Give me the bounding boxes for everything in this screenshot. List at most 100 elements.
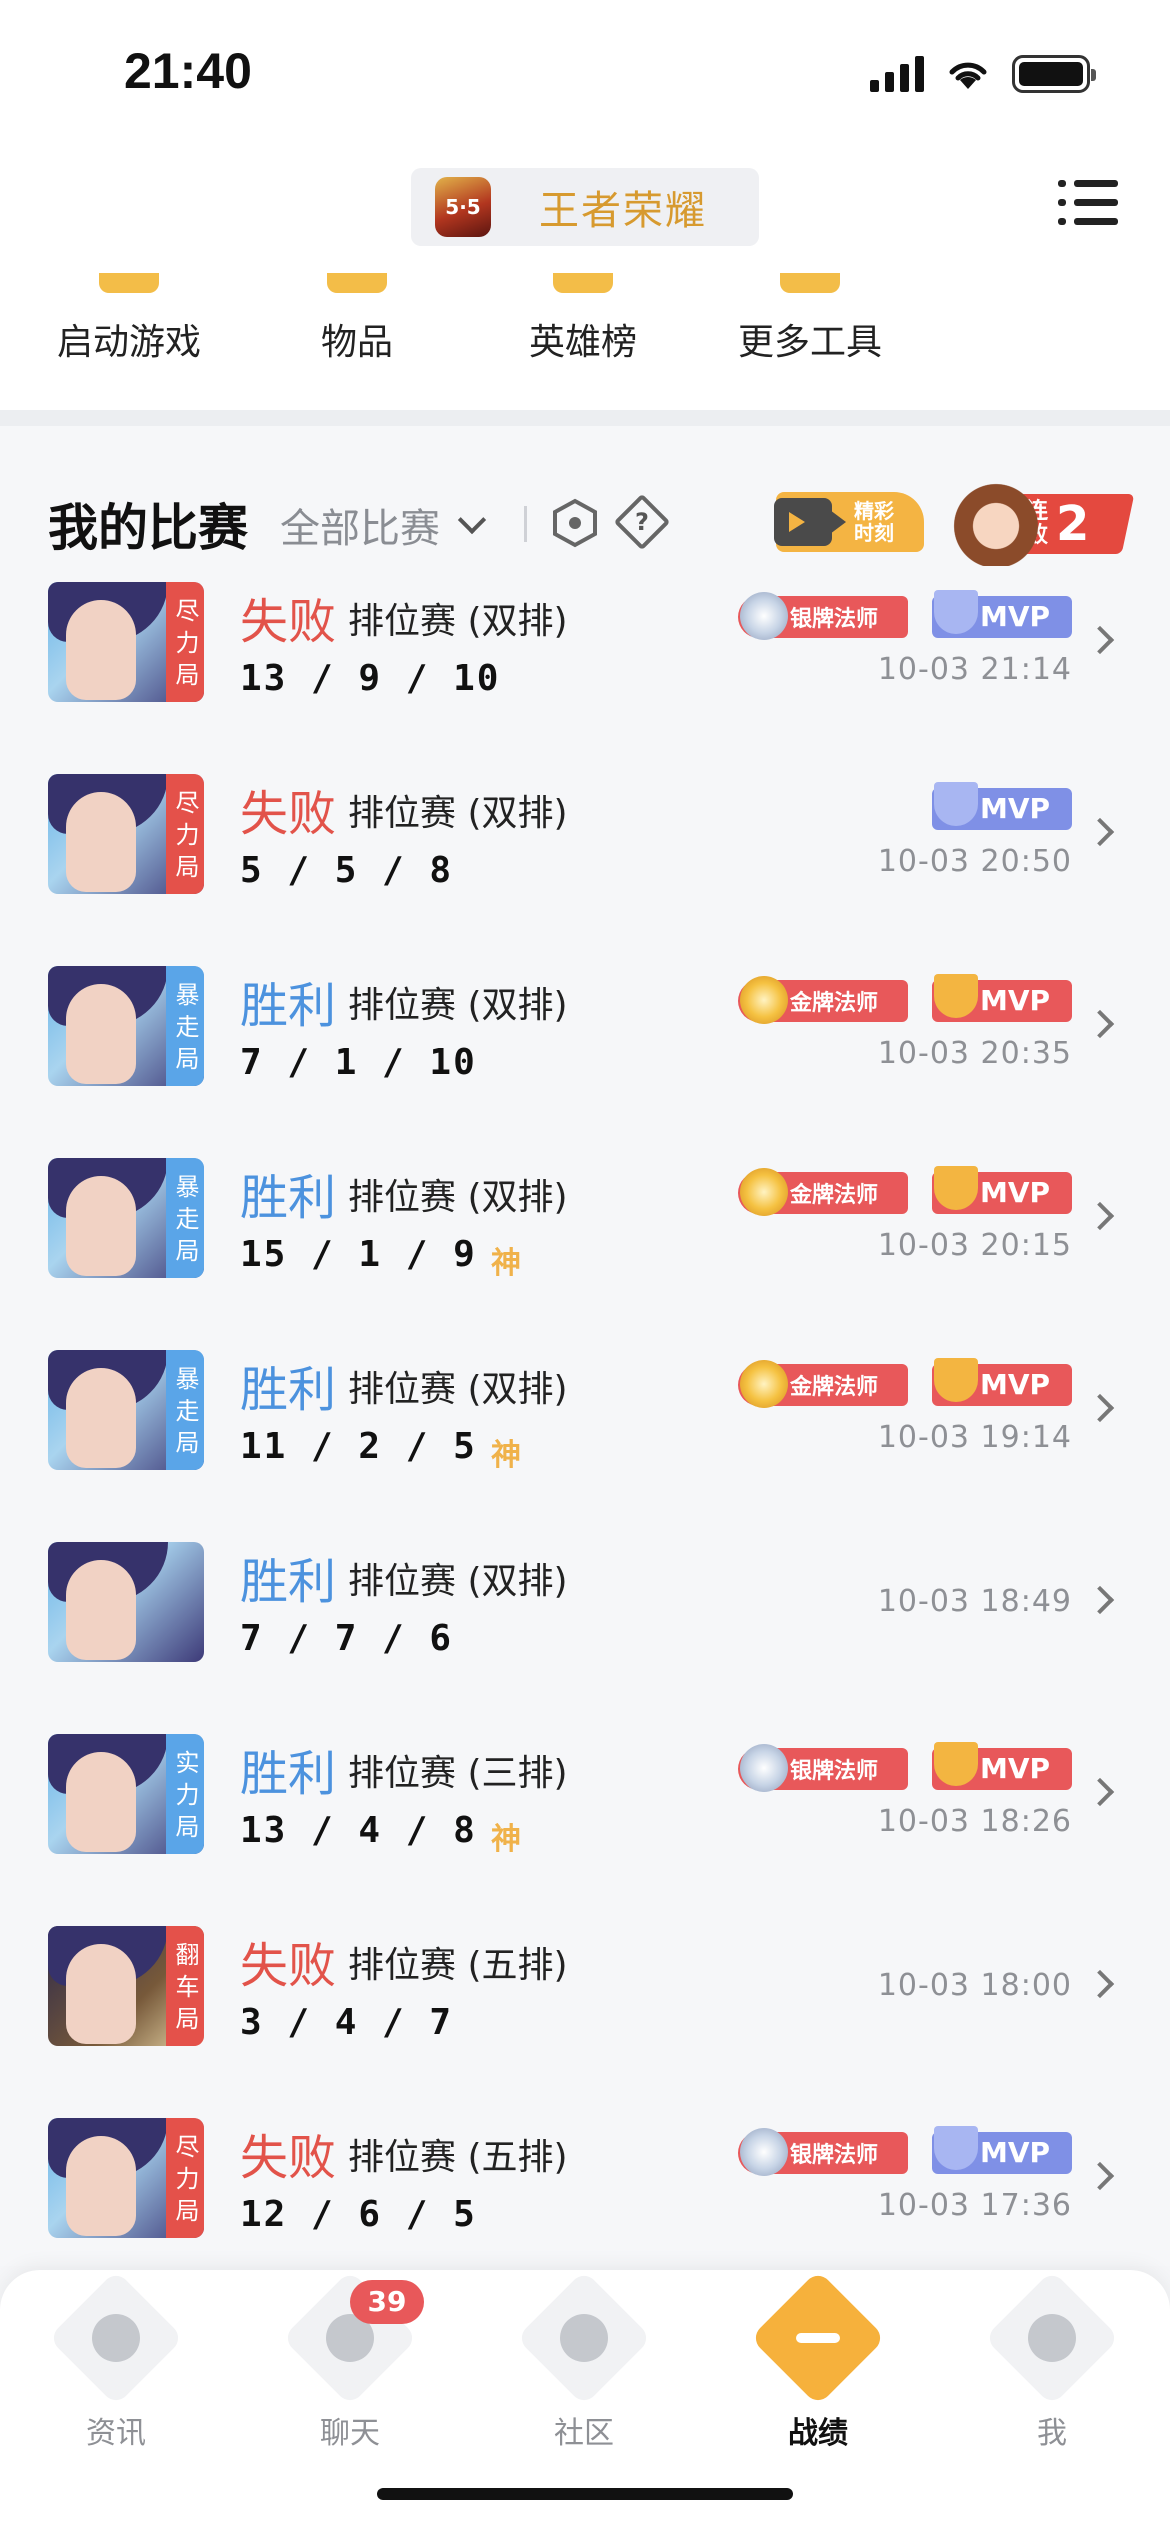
hero-avatar: 实力局 bbox=[48, 1734, 204, 1854]
tool-label: 启动游戏 bbox=[56, 322, 201, 363]
section-header: 我的比赛 全部比赛 ? 精彩 时刻 连 败 2 bbox=[0, 466, 1170, 576]
match-result: 胜利 bbox=[240, 1746, 337, 1802]
rank-badge: 银牌法师 bbox=[738, 1744, 908, 1792]
cellular-signal-icon bbox=[870, 56, 924, 92]
match-tag: 翻车局 bbox=[166, 1926, 204, 2046]
trophy-icon bbox=[934, 974, 978, 1018]
match-row[interactable]: 尽力局 失败 排位赛 (双排) 13 / 9 / 10 银牌法师 MVP 10-03 21:… bbox=[0, 576, 1170, 768]
hero-avatar: 暴走局 bbox=[48, 1350, 204, 1470]
match-mode: 排位赛 (五排) bbox=[348, 1945, 568, 1986]
highlight-moments-button[interactable]: 精彩 时刻 bbox=[774, 492, 924, 552]
match-row[interactable]: 胜利 排位赛 (双排) 7 / 7 / 6 10-03 18:49 bbox=[0, 1536, 1170, 1728]
mvp-badge: MVP bbox=[932, 974, 1072, 1022]
gamepad-icon bbox=[99, 273, 159, 293]
match-mode: 排位赛 (双排) bbox=[348, 1561, 568, 1602]
trophy-icon bbox=[934, 782, 978, 826]
mascot-icon bbox=[950, 466, 1042, 566]
status-time: 21:40 bbox=[124, 43, 252, 99]
mvp-badge: MVP bbox=[932, 590, 1072, 638]
hero-avatar: 尽力局 bbox=[48, 582, 204, 702]
kda: 7 / 7 / 6 bbox=[240, 1618, 454, 1659]
god-badge: 神 bbox=[491, 1438, 521, 1473]
unread-badge: 39 bbox=[350, 2280, 424, 2324]
match-mode: 排位赛 (双排) bbox=[348, 985, 568, 1026]
tab-community[interactable]: 社区 bbox=[516, 2270, 652, 2452]
medal-icon bbox=[740, 1744, 788, 1792]
rank-badge: 银牌法师 bbox=[738, 2128, 908, 2176]
my-matches-section: 我的比赛 全部比赛 ? 精彩 时刻 连 败 2 bbox=[0, 426, 1170, 2266]
match-filter-dropdown[interactable]: 全部比赛 bbox=[280, 496, 487, 554]
god-badge: 神 bbox=[491, 1822, 521, 1857]
chevron-right-icon bbox=[1085, 817, 1115, 847]
chevron-right-icon bbox=[1085, 1393, 1115, 1423]
god-badge: 神 bbox=[491, 1246, 521, 1281]
kda: 15 / 1 / 9 bbox=[240, 1234, 477, 1275]
tool-row: 启动游戏 物品 英雄榜 更多工具 bbox=[0, 273, 1170, 410]
kda: 12 / 6 / 5 bbox=[240, 2194, 477, 2235]
kda: 3 / 4 / 7 bbox=[240, 2002, 454, 2043]
trophy-icon bbox=[934, 1166, 978, 1210]
kda: 5 / 5 / 8 bbox=[240, 850, 454, 891]
match-time: 10-03 18:49 bbox=[877, 1584, 1072, 1619]
kda: 13 / 9 / 10 bbox=[240, 658, 501, 699]
tool-more[interactable]: 更多工具 bbox=[735, 273, 885, 365]
wifi-icon bbox=[949, 62, 987, 89]
medal-icon bbox=[740, 1168, 788, 1216]
tab-label: 聊天 bbox=[320, 2416, 380, 2451]
tab-chat[interactable]: 聊天 39 bbox=[282, 2270, 424, 2452]
battery-icon bbox=[1012, 55, 1096, 93]
profile-icon bbox=[984, 2270, 1120, 2406]
match-mode: 排位赛 (五排) bbox=[348, 2137, 568, 2178]
community-icon bbox=[516, 2270, 652, 2406]
match-mode: 排位赛 (双排) bbox=[348, 1177, 568, 1218]
tab-battle-record[interactable]: 战绩 bbox=[750, 2270, 886, 2452]
news-icon bbox=[48, 2270, 184, 2406]
game-name: 王者荣耀 bbox=[539, 188, 707, 234]
medal-icon bbox=[740, 592, 788, 640]
match-row[interactable]: 暴走局 胜利 排位赛 (双排) 11 / 2 / 5 神 金牌法师 MVP 10-03 19:… bbox=[0, 1344, 1170, 1536]
tab-news[interactable]: 资讯 bbox=[48, 2270, 184, 2452]
rank-badge: 银牌法师 bbox=[738, 592, 908, 640]
hero-avatar: 尽力局 bbox=[48, 2118, 204, 2238]
chevron-right-icon bbox=[1085, 625, 1115, 655]
chevron-right-icon bbox=[1085, 1201, 1115, 1231]
match-result: 失败 bbox=[240, 1938, 337, 1994]
tab-profile[interactable]: 我 bbox=[984, 2270, 1120, 2452]
chevron-right-icon bbox=[1085, 2161, 1115, 2191]
trophy-icon bbox=[934, 590, 978, 634]
tool-launch-game[interactable]: 启动游戏 bbox=[54, 273, 204, 365]
match-tag: 暴走局 bbox=[166, 966, 204, 1086]
match-result: 失败 bbox=[240, 786, 337, 842]
match-result: 胜利 bbox=[240, 1362, 337, 1418]
match-row[interactable]: 暴走局 胜利 排位赛 (双排) 7 / 1 / 10 金牌法师 MVP 10-03 20:3… bbox=[0, 960, 1170, 1152]
match-row[interactable]: 翻车局 失败 排位赛 (五排) 3 / 4 / 7 10-03 18:00 bbox=[0, 1920, 1170, 2112]
medal-icon bbox=[740, 1360, 788, 1408]
trophy-icon bbox=[934, 1742, 978, 1786]
tool-hero-rank[interactable]: 英雄榜 bbox=[508, 273, 658, 365]
hero-avatar bbox=[48, 1542, 204, 1662]
game-logo-icon: 5·5 bbox=[435, 177, 491, 237]
mvp-badge: MVP bbox=[932, 1742, 1072, 1790]
section-divider bbox=[0, 410, 1170, 426]
match-list: 尽力局 失败 排位赛 (双排) 13 / 9 / 10 银牌法师 MVP 10-03 21:… bbox=[0, 576, 1170, 2304]
menu-list-icon[interactable] bbox=[1058, 178, 1118, 228]
divider bbox=[524, 506, 527, 542]
video-camera-icon bbox=[774, 498, 846, 546]
help-icon[interactable]: ? bbox=[613, 493, 671, 551]
hexagon-settings-icon[interactable] bbox=[552, 498, 598, 548]
kda: 13 / 4 / 8 bbox=[240, 1810, 477, 1851]
match-time: 10-03 18:26 bbox=[877, 1804, 1072, 1839]
match-row[interactable]: 暴走局 胜利 排位赛 (双排) 15 / 1 / 9 神 金牌法师 MVP 10-03 20:… bbox=[0, 1152, 1170, 1344]
home-indicator bbox=[377, 2488, 793, 2500]
losing-streak-badge[interactable]: 连 败 2 bbox=[950, 466, 1135, 566]
match-time: 10-03 20:35 bbox=[877, 1036, 1072, 1071]
tool-items[interactable]: 物品 bbox=[297, 273, 417, 365]
match-row[interactable]: 尽力局 失败 排位赛 (双排) 5 / 5 / 8 MVP 10-03 20:50 bbox=[0, 768, 1170, 960]
match-row[interactable]: 实力局 胜利 排位赛 (三排) 13 / 4 / 8 神 银牌法师 MVP 10-03 18:… bbox=[0, 1728, 1170, 1920]
rank-badge: 金牌法师 bbox=[738, 1168, 908, 1216]
game-switcher[interactable]: 5·5 王者荣耀 bbox=[411, 168, 759, 246]
match-tag: 尽力局 bbox=[166, 582, 204, 702]
match-result: 胜利 bbox=[240, 1554, 337, 1610]
help-glyph: ? bbox=[635, 508, 649, 536]
tab-label: 我 bbox=[1037, 2416, 1067, 2451]
